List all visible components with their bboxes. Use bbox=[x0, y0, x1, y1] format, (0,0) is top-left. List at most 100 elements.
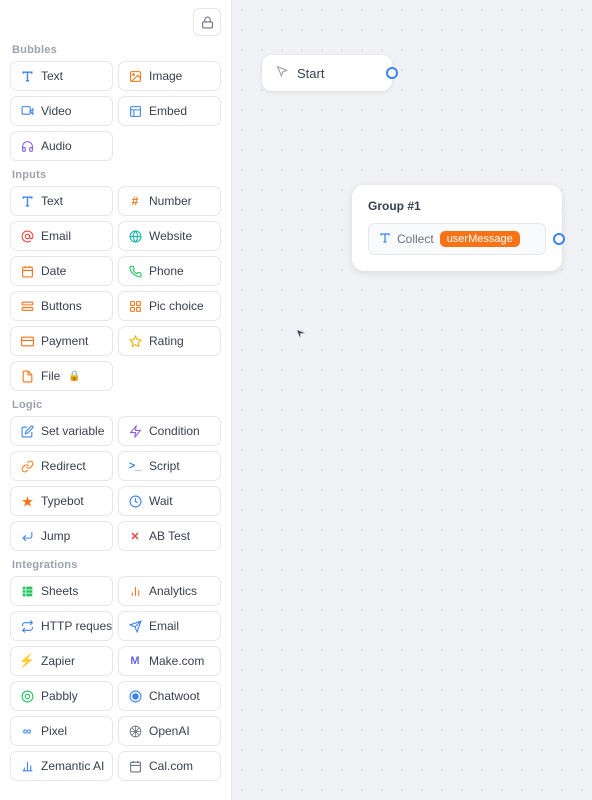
analytics-icon bbox=[127, 583, 143, 599]
make-label: Make.com bbox=[149, 654, 204, 668]
sidebar-item-payment-input[interactable]: Payment bbox=[10, 326, 113, 356]
cal-com-icon bbox=[127, 758, 143, 774]
text-input-label: Text bbox=[41, 194, 63, 208]
audio-bubble-icon bbox=[19, 138, 35, 154]
section-integrations-label: Integrations bbox=[12, 559, 221, 571]
sidebar-item-embed-bubble[interactable]: Embed bbox=[118, 96, 221, 126]
email-input-icon bbox=[19, 228, 35, 244]
sidebar-item-image-bubble[interactable]: Image bbox=[118, 61, 221, 91]
chatwoot-label: Chatwoot bbox=[149, 689, 200, 703]
sidebar-item-http-request[interactable]: HTTP request bbox=[10, 611, 113, 641]
script-icon: >_ bbox=[127, 458, 143, 474]
image-bubble-label: Image bbox=[149, 69, 182, 83]
buttons-input-label: Buttons bbox=[41, 299, 82, 313]
image-bubble-icon bbox=[127, 68, 143, 84]
collect-block-label: Collect bbox=[397, 232, 434, 246]
sidebar-item-pic-choice-input[interactable]: Pic choice bbox=[118, 291, 221, 321]
embed-bubble-label: Embed bbox=[149, 104, 187, 118]
openai-icon bbox=[127, 723, 143, 739]
sidebar-item-pabbly[interactable]: Pabbly bbox=[10, 681, 113, 711]
jump-label: Jump bbox=[41, 529, 70, 543]
http-request-label: HTTP request bbox=[41, 619, 113, 633]
sidebar-item-wait[interactable]: Wait bbox=[118, 486, 221, 516]
start-node-connector[interactable] bbox=[386, 67, 398, 79]
canvas-area: Start Group #1 Collect userMessage bbox=[232, 0, 592, 800]
pixel-icon: ∞ bbox=[19, 723, 35, 739]
collect-block-highlight: userMessage bbox=[440, 231, 520, 247]
email-input-label: Email bbox=[41, 229, 71, 243]
start-node-icon bbox=[276, 65, 289, 81]
jump-icon bbox=[19, 528, 35, 544]
set-variable-icon bbox=[19, 423, 35, 439]
sidebar-item-text-input[interactable]: Text bbox=[10, 186, 113, 216]
sidebar-item-condition[interactable]: Condition bbox=[118, 416, 221, 446]
sidebar-item-date-input[interactable]: Date bbox=[10, 256, 113, 286]
audio-bubble-label: Audio bbox=[41, 139, 72, 153]
website-input-label: Website bbox=[149, 229, 192, 243]
sidebar-item-video-bubble[interactable]: Video bbox=[10, 96, 113, 126]
sidebar-item-buttons-input[interactable]: Buttons bbox=[10, 291, 113, 321]
typebot-label: Typebot bbox=[41, 494, 84, 508]
date-input-icon bbox=[19, 263, 35, 279]
sidebar-item-zapier[interactable]: ⚡ Zapier bbox=[10, 646, 113, 676]
file-lock-badge: 🔒 bbox=[68, 371, 80, 382]
sidebar-item-cal-com[interactable]: Cal.com bbox=[118, 751, 221, 781]
start-node-label: Start bbox=[297, 66, 324, 81]
zemantic-ai-label: Zemantic AI bbox=[41, 759, 104, 773]
sidebar: Bubbles Text Image Video Embed bbox=[0, 0, 232, 800]
sidebar-item-openai[interactable]: OpenAI bbox=[118, 716, 221, 746]
bubbles-grid: Text Image Video Embed Audio bbox=[10, 61, 221, 161]
sidebar-item-redirect[interactable]: Redirect bbox=[10, 451, 113, 481]
video-bubble-label: Video bbox=[41, 104, 71, 118]
start-node[interactable]: Start bbox=[262, 55, 392, 91]
sidebar-item-sheets[interactable]: Sheets bbox=[10, 576, 113, 606]
email-integration-label: Email bbox=[149, 619, 179, 633]
payment-input-icon bbox=[19, 333, 35, 349]
sidebar-item-audio-bubble[interactable]: Audio bbox=[10, 131, 113, 161]
sidebar-item-ab-test[interactable]: ✕ AB Test bbox=[118, 521, 221, 551]
pixel-label: Pixel bbox=[41, 724, 67, 738]
wait-icon bbox=[127, 493, 143, 509]
zapier-label: Zapier bbox=[41, 654, 75, 668]
sidebar-item-analytics[interactable]: Analytics bbox=[118, 576, 221, 606]
zapier-icon: ⚡ bbox=[19, 653, 35, 669]
sidebar-item-number-input[interactable]: # Number bbox=[118, 186, 221, 216]
number-input-icon: # bbox=[127, 193, 143, 209]
sidebar-item-file-input[interactable]: File 🔒 bbox=[10, 361, 113, 391]
sidebar-item-make[interactable]: M Make.com bbox=[118, 646, 221, 676]
section-logic-label: Logic bbox=[12, 399, 221, 411]
set-variable-label: Set variable bbox=[41, 424, 104, 438]
openai-label: OpenAI bbox=[149, 724, 190, 738]
date-input-label: Date bbox=[41, 264, 66, 278]
sidebar-item-text-bubble[interactable]: Text bbox=[10, 61, 113, 91]
sidebar-item-script[interactable]: >_ Script bbox=[118, 451, 221, 481]
group-node-title: Group #1 bbox=[368, 199, 546, 213]
sidebar-item-jump[interactable]: Jump bbox=[10, 521, 113, 551]
analytics-label: Analytics bbox=[149, 584, 197, 598]
lock-button[interactable] bbox=[193, 8, 221, 36]
collect-block-connector[interactable] bbox=[553, 233, 565, 245]
sidebar-item-website-input[interactable]: Website bbox=[118, 221, 221, 251]
condition-icon bbox=[127, 423, 143, 439]
pabbly-label: Pabbly bbox=[41, 689, 78, 703]
sidebar-item-pixel[interactable]: ∞ Pixel bbox=[10, 716, 113, 746]
collect-block[interactable]: Collect userMessage bbox=[368, 223, 546, 255]
buttons-input-icon bbox=[19, 298, 35, 314]
sidebar-item-email-integration[interactable]: Email bbox=[118, 611, 221, 641]
wait-label: Wait bbox=[149, 494, 173, 508]
text-bubble-label: Text bbox=[41, 69, 63, 83]
lock-button-area bbox=[10, 8, 221, 36]
sidebar-item-rating-input[interactable]: Rating bbox=[118, 326, 221, 356]
sidebar-item-email-input[interactable]: Email bbox=[10, 221, 113, 251]
pabbly-icon bbox=[19, 688, 35, 704]
group-node[interactable]: Group #1 Collect userMessage bbox=[352, 185, 562, 271]
sidebar-item-chatwoot[interactable]: Chatwoot bbox=[118, 681, 221, 711]
sidebar-item-set-variable[interactable]: Set variable bbox=[10, 416, 113, 446]
zemantic-ai-icon bbox=[19, 758, 35, 774]
rating-input-label: Rating bbox=[149, 334, 184, 348]
sidebar-item-typebot[interactable]: Typebot bbox=[10, 486, 113, 516]
sidebar-item-zemantic-ai[interactable]: Zemantic AI bbox=[10, 751, 113, 781]
embed-bubble-icon bbox=[127, 103, 143, 119]
inputs-grid: Text # Number Email Website Date bbox=[10, 186, 221, 391]
sidebar-item-phone-input[interactable]: Phone bbox=[118, 256, 221, 286]
